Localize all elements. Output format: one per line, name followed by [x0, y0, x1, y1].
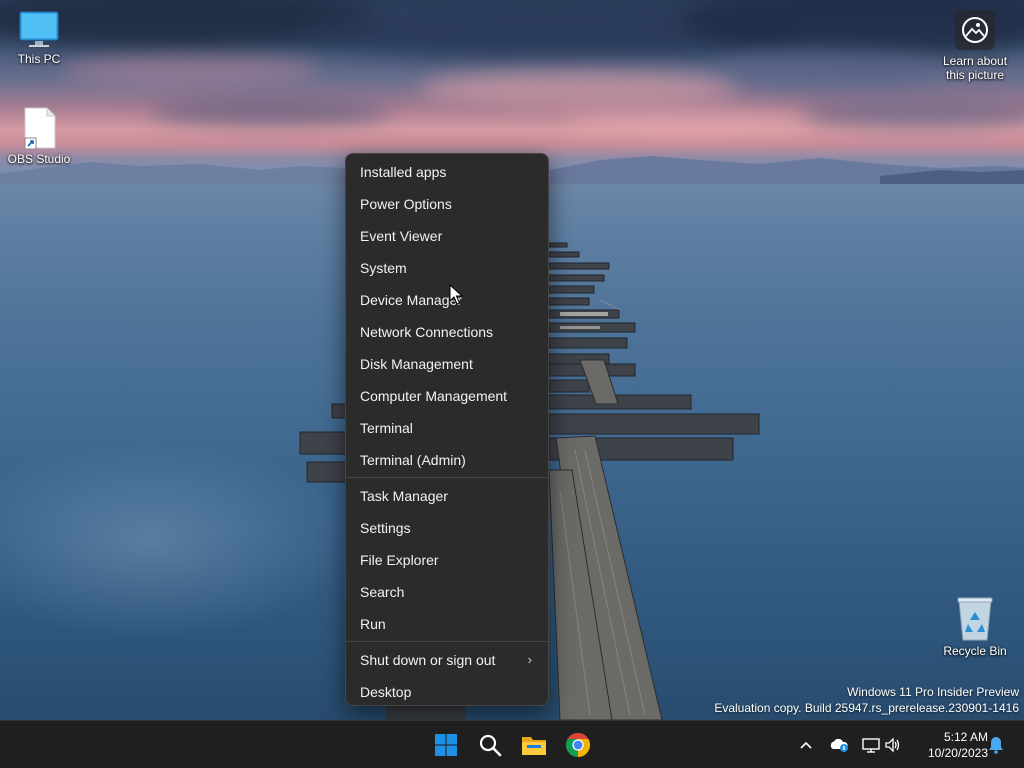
spotlight-label-line1: Learn about: [942, 54, 1008, 68]
menu-item-task-manager[interactable]: Task Manager: [346, 480, 548, 512]
watermark-line1: Windows 11 Pro Insider Preview: [847, 685, 1019, 699]
onedrive-icon: [830, 738, 848, 752]
taskbar-file-explorer-button[interactable]: [516, 727, 552, 763]
chevron-up-icon: [800, 741, 812, 749]
clock-date: 10/20/2023: [927, 746, 988, 760]
desktop-icon-label: Recycle Bin: [943, 644, 1007, 658]
desktop-icon-this-pc[interactable]: This PC: [0, 10, 78, 66]
notifications-button[interactable]: [985, 735, 1007, 755]
camera-spotlight-icon: [962, 17, 988, 43]
desktop-icon-recycle-bin[interactable]: Recycle Bin: [936, 596, 1014, 658]
menu-item-file-explorer[interactable]: File Explorer: [346, 544, 548, 576]
mouse-pointer-icon: [449, 284, 463, 305]
chevron-right-icon: ›: [527, 652, 532, 667]
show-hidden-icons-button[interactable]: [795, 735, 817, 755]
menu-item-desktop[interactable]: Desktop: [346, 676, 548, 708]
taskbar-search-button[interactable]: [472, 727, 508, 763]
menu-item-terminal[interactable]: Terminal: [346, 412, 548, 444]
search-icon: [479, 734, 502, 757]
menu-separator: [346, 477, 548, 478]
start-button[interactable]: [428, 727, 464, 763]
watermark-line2: Evaluation copy. Build 25947.rs_prerelea…: [714, 701, 1019, 715]
volume-icon: [885, 737, 900, 753]
desktop-icon-label: OBS Studio: [7, 152, 71, 166]
menu-item-computer-management[interactable]: Computer Management: [346, 380, 548, 412]
chrome-icon: [565, 732, 591, 757]
taskbar: 5:12 AM 10/20/2023: [0, 720, 1024, 768]
menu-item-power-options[interactable]: Power Options: [346, 188, 548, 220]
volume-button[interactable]: [882, 735, 904, 755]
file-shortcut-icon: [24, 107, 56, 150]
network-icon: [862, 738, 880, 753]
menu-item-terminal-admin[interactable]: Terminal (Admin): [346, 444, 548, 476]
clock-time: 5:12 AM: [943, 730, 988, 744]
menu-item-settings[interactable]: Settings: [346, 512, 548, 544]
menu-item-run[interactable]: Run: [346, 608, 548, 640]
menu-item-network-connections[interactable]: Network Connections: [346, 316, 548, 348]
desktop-icon-label: This PC: [17, 52, 61, 66]
learn-about-picture-button[interactable]: Learn about this picture: [936, 10, 1014, 82]
menu-item-event-viewer[interactable]: Event Viewer: [346, 220, 548, 252]
winx-context-menu: Installed apps Power Options Event Viewe…: [345, 153, 549, 706]
evaluation-watermark: Windows 11 Pro Insider Preview Evaluatio…: [714, 684, 1019, 716]
onedrive-button[interactable]: [828, 735, 850, 755]
taskbar-clock[interactable]: 5:12 AM 10/20/2023: [912, 729, 988, 761]
spotlight-label-line2: this picture: [945, 68, 1005, 82]
menu-item-label: Shut down or sign out: [360, 652, 496, 668]
menu-item-shut-down-or-sign-out[interactable]: Shut down or sign out ›: [346, 644, 548, 676]
windows-start-icon: [435, 734, 457, 756]
menu-item-installed-apps[interactable]: Installed apps: [346, 156, 548, 188]
file-explorer-icon: [522, 737, 546, 755]
menu-item-search[interactable]: Search: [346, 576, 548, 608]
taskbar-chrome-button[interactable]: [560, 727, 596, 763]
monitor-icon: [19, 11, 59, 47]
desktop-icon-obs-studio[interactable]: OBS Studio: [0, 106, 78, 166]
menu-item-disk-management[interactable]: Disk Management: [346, 348, 548, 380]
notification-bell-icon: [989, 737, 1003, 754]
menu-item-system[interactable]: System: [346, 252, 548, 284]
network-button[interactable]: [860, 735, 882, 755]
recycle-bin-icon: [957, 597, 993, 641]
menu-separator: [346, 641, 548, 642]
menu-item-device-manager[interactable]: Device Manager: [346, 284, 548, 316]
